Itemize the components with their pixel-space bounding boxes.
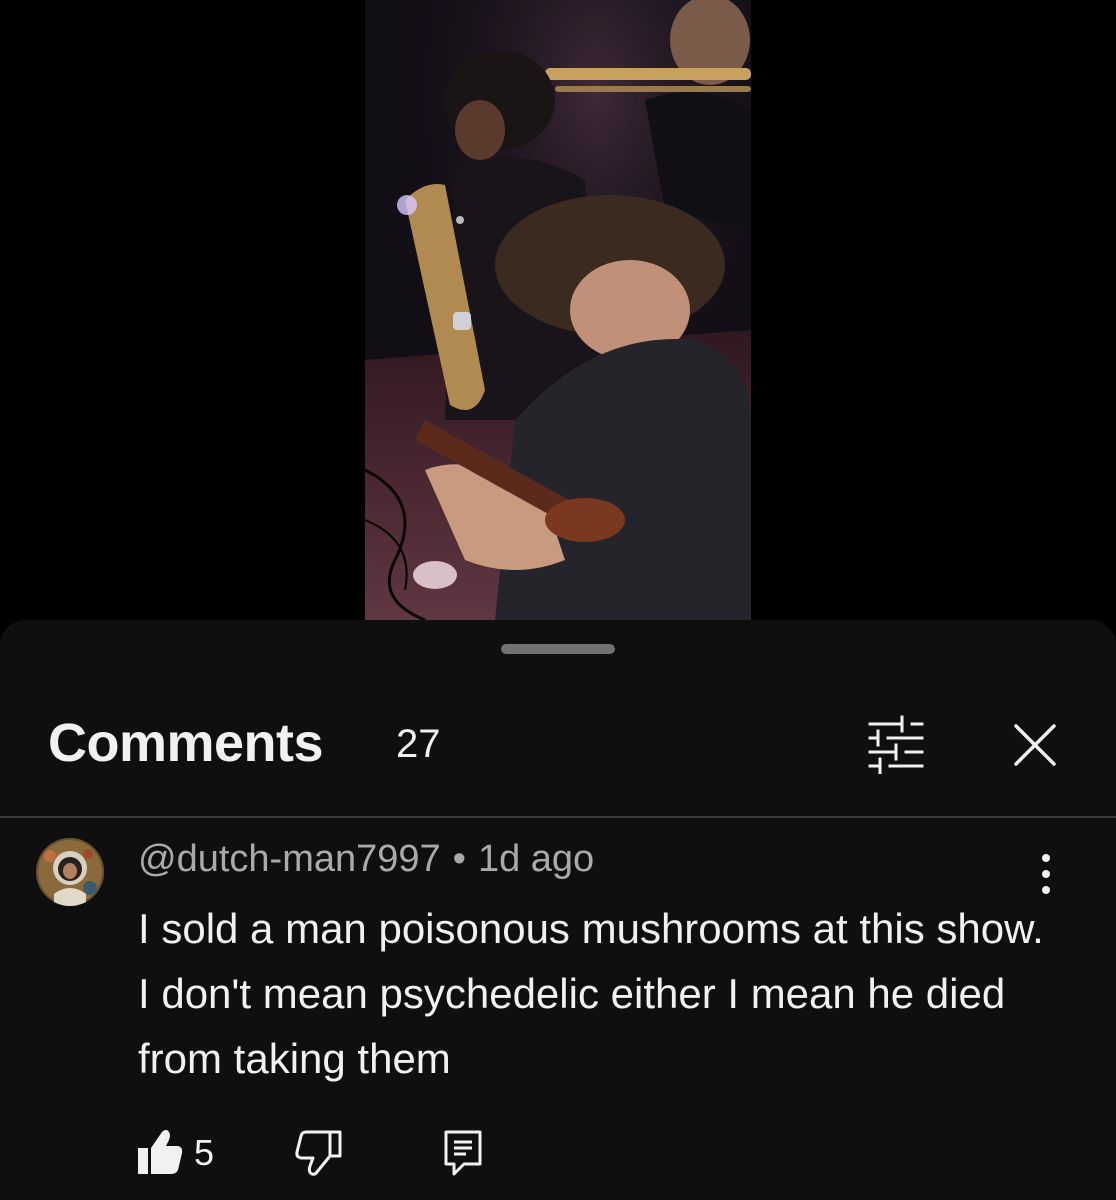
like-count: 5	[194, 1132, 215, 1173]
comment-timestamp: 1d ago	[477, 838, 595, 880]
dislike-button[interactable]	[294, 1126, 344, 1178]
comment-item: @dutch-man7997 • 1d ago I sold a man poiso…	[0, 830, 1116, 1200]
header-divider	[0, 816, 1116, 818]
avatar[interactable]	[36, 838, 104, 906]
comment-meta: @dutch-man7997 • 1d ago	[138, 838, 594, 881]
reply-icon	[444, 1130, 482, 1176]
close-icon	[1014, 724, 1056, 766]
comment-actions: 5	[136, 1126, 536, 1182]
sort-filter-button[interactable]	[862, 714, 932, 775]
video-player[interactable]	[0, 0, 1116, 640]
video-frame[interactable]	[365, 0, 751, 620]
meta-separator: •	[452, 838, 466, 880]
more-options-button[interactable]	[1026, 844, 1066, 904]
sort-filter-icon	[868, 715, 924, 775]
comments-title: Comments	[48, 713, 324, 773]
comments-header: Comments 27	[0, 700, 1116, 816]
thumbs-up-filled-icon	[138, 1130, 183, 1174]
like-button[interactable]	[136, 1126, 184, 1178]
comments-count: 27	[396, 722, 441, 766]
drag-handle[interactable]	[501, 644, 615, 654]
comment-text: I sold a man poisonous mushrooms at this…	[138, 905, 1044, 1082]
comment-author[interactable]: @dutch-man7997	[138, 838, 441, 880]
comments-sheet: Comments 27 @dutch-man7997 • 1d ago I so…	[0, 620, 1116, 1200]
close-button[interactable]	[1006, 716, 1064, 774]
concert-video-still	[365, 0, 751, 620]
astronaut-avatar-image	[36, 838, 104, 906]
reply-button[interactable]	[440, 1126, 486, 1178]
thumbs-down-icon	[295, 1130, 342, 1176]
more-vertical-icon	[1042, 854, 1050, 894]
